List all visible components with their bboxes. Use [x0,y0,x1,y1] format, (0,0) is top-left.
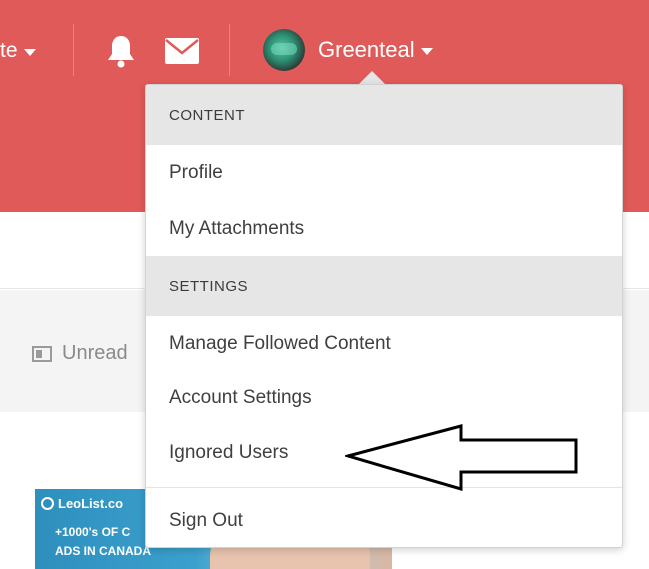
dropdown-pointer [358,71,386,85]
avatar[interactable] [263,29,305,71]
menu-item-manage-followed-content[interactable]: Manage Followed Content [146,322,622,366]
annotation-arrow-icon [345,424,578,492]
menu-item-sign-out[interactable]: Sign Out [146,499,622,543]
menu-item-profile[interactable]: Profile [146,151,622,195]
user-menu[interactable]: Greenteal [263,28,433,72]
menu-item-account-settings[interactable]: Account Settings [146,376,622,420]
chevron-down-icon [23,49,36,56]
nav-divider [229,24,230,76]
create-menu-label: te [0,39,18,62]
ad-brand: LeoList.co [41,496,123,511]
brand-logo-icon [41,497,54,510]
bell-icon[interactable] [105,34,137,68]
unread-label: Unread [62,342,128,364]
newspaper-icon [32,345,52,362]
section-header-content: CONTENT [146,85,622,145]
ad-line-1: +1000's OF C [55,525,131,539]
username-label: Greenteal [318,37,415,62]
chevron-down-icon [420,48,433,55]
nav-divider [73,24,74,76]
section-header-settings: SETTINGS [146,256,622,316]
mail-icon[interactable] [165,38,199,64]
create-menu[interactable]: te [0,36,36,66]
menu-item-my-attachments[interactable]: My Attachments [146,207,622,251]
ad-line-2: ADS IN CANADA [55,544,151,558]
unread-filter[interactable]: Unread [32,342,128,365]
ad-brand-text: LeoList.co [58,496,124,511]
